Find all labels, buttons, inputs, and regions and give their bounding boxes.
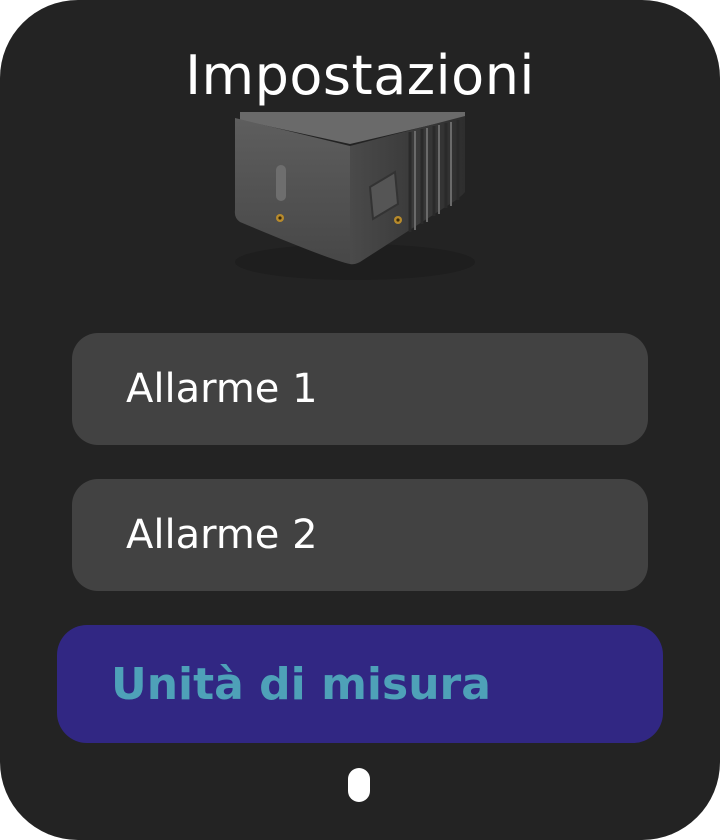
scroll-indicator	[348, 768, 370, 802]
watch-screen: Impostazioni Allarme 1 Allarme 2 Unità d…	[0, 0, 720, 840]
menu-item-label: Unità di misura	[111, 658, 491, 710]
page-title: Impostazioni	[185, 44, 535, 107]
menu-item-label: Allarme 1	[126, 366, 318, 412]
menu-item-allarme-2[interactable]: Allarme 2	[72, 479, 648, 591]
menu-item-allarme-1[interactable]: Allarme 1	[72, 333, 648, 445]
menu-item-label: Allarme 2	[126, 512, 318, 558]
menu-item-unita-di-misura[interactable]: Unità di misura	[57, 625, 663, 743]
sensor-device-image	[234, 112, 475, 280]
